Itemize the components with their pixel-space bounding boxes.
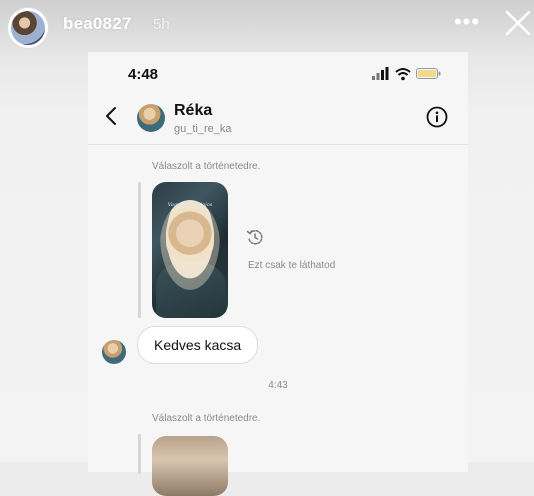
dm-header: Réka gu_ti_re_ka — [88, 92, 468, 145]
history-icon — [246, 228, 264, 246]
peer-name[interactable]: Réka — [174, 102, 212, 120]
battery-icon — [416, 68, 441, 79]
quote-bar — [138, 182, 141, 318]
story-header: bea0827 5h ••• — [0, 0, 534, 52]
message-bubble[interactable]: Kedves kacsa — [137, 326, 259, 364]
wifi-icon — [395, 68, 411, 81]
story-reply-thumbnail[interactable]: Vagy kedves lajos — [152, 182, 228, 318]
more-horizontal-icon: ••• — [453, 9, 481, 34]
more-options-button[interactable]: ••• — [452, 9, 482, 39]
story-avatar-image — [11, 11, 45, 45]
back-button[interactable] — [100, 104, 124, 128]
info-icon — [426, 106, 448, 128]
message-timestamp: 4:43 — [268, 380, 288, 391]
story-username[interactable]: bea0827 — [63, 14, 132, 34]
story-avatar[interactable] — [8, 8, 48, 48]
only-you-can-see-note: Ezt csak te láthatod — [248, 260, 336, 271]
close-button[interactable] — [501, 6, 534, 40]
message-avatar[interactable] — [102, 340, 126, 364]
close-icon — [505, 10, 531, 36]
reply-label: Válaszolt a történetedre. — [152, 161, 261, 172]
story-caption: Vagy kedves lajos — [167, 202, 213, 208]
quote-bar — [138, 434, 141, 474]
story-time-ago: 5h — [153, 16, 170, 33]
thumbnail-face — [166, 208, 214, 264]
peer-handle: gu_ti_re_ka — [174, 123, 232, 135]
story-screenshot: 4:48 Réka gu_ti_re_ka Válaszolt a történ… — [88, 52, 468, 496]
signal-icon — [372, 67, 389, 80]
story-reply-thumbnail[interactable] — [152, 436, 228, 496]
status-time: 4:48 — [128, 66, 159, 83]
peer-avatar[interactable] — [137, 104, 165, 132]
info-button[interactable] — [426, 106, 448, 128]
status-icons — [372, 66, 442, 82]
reply-label: Válaszolt a történetedre. — [152, 413, 261, 424]
chevron-left-icon — [106, 107, 116, 125]
